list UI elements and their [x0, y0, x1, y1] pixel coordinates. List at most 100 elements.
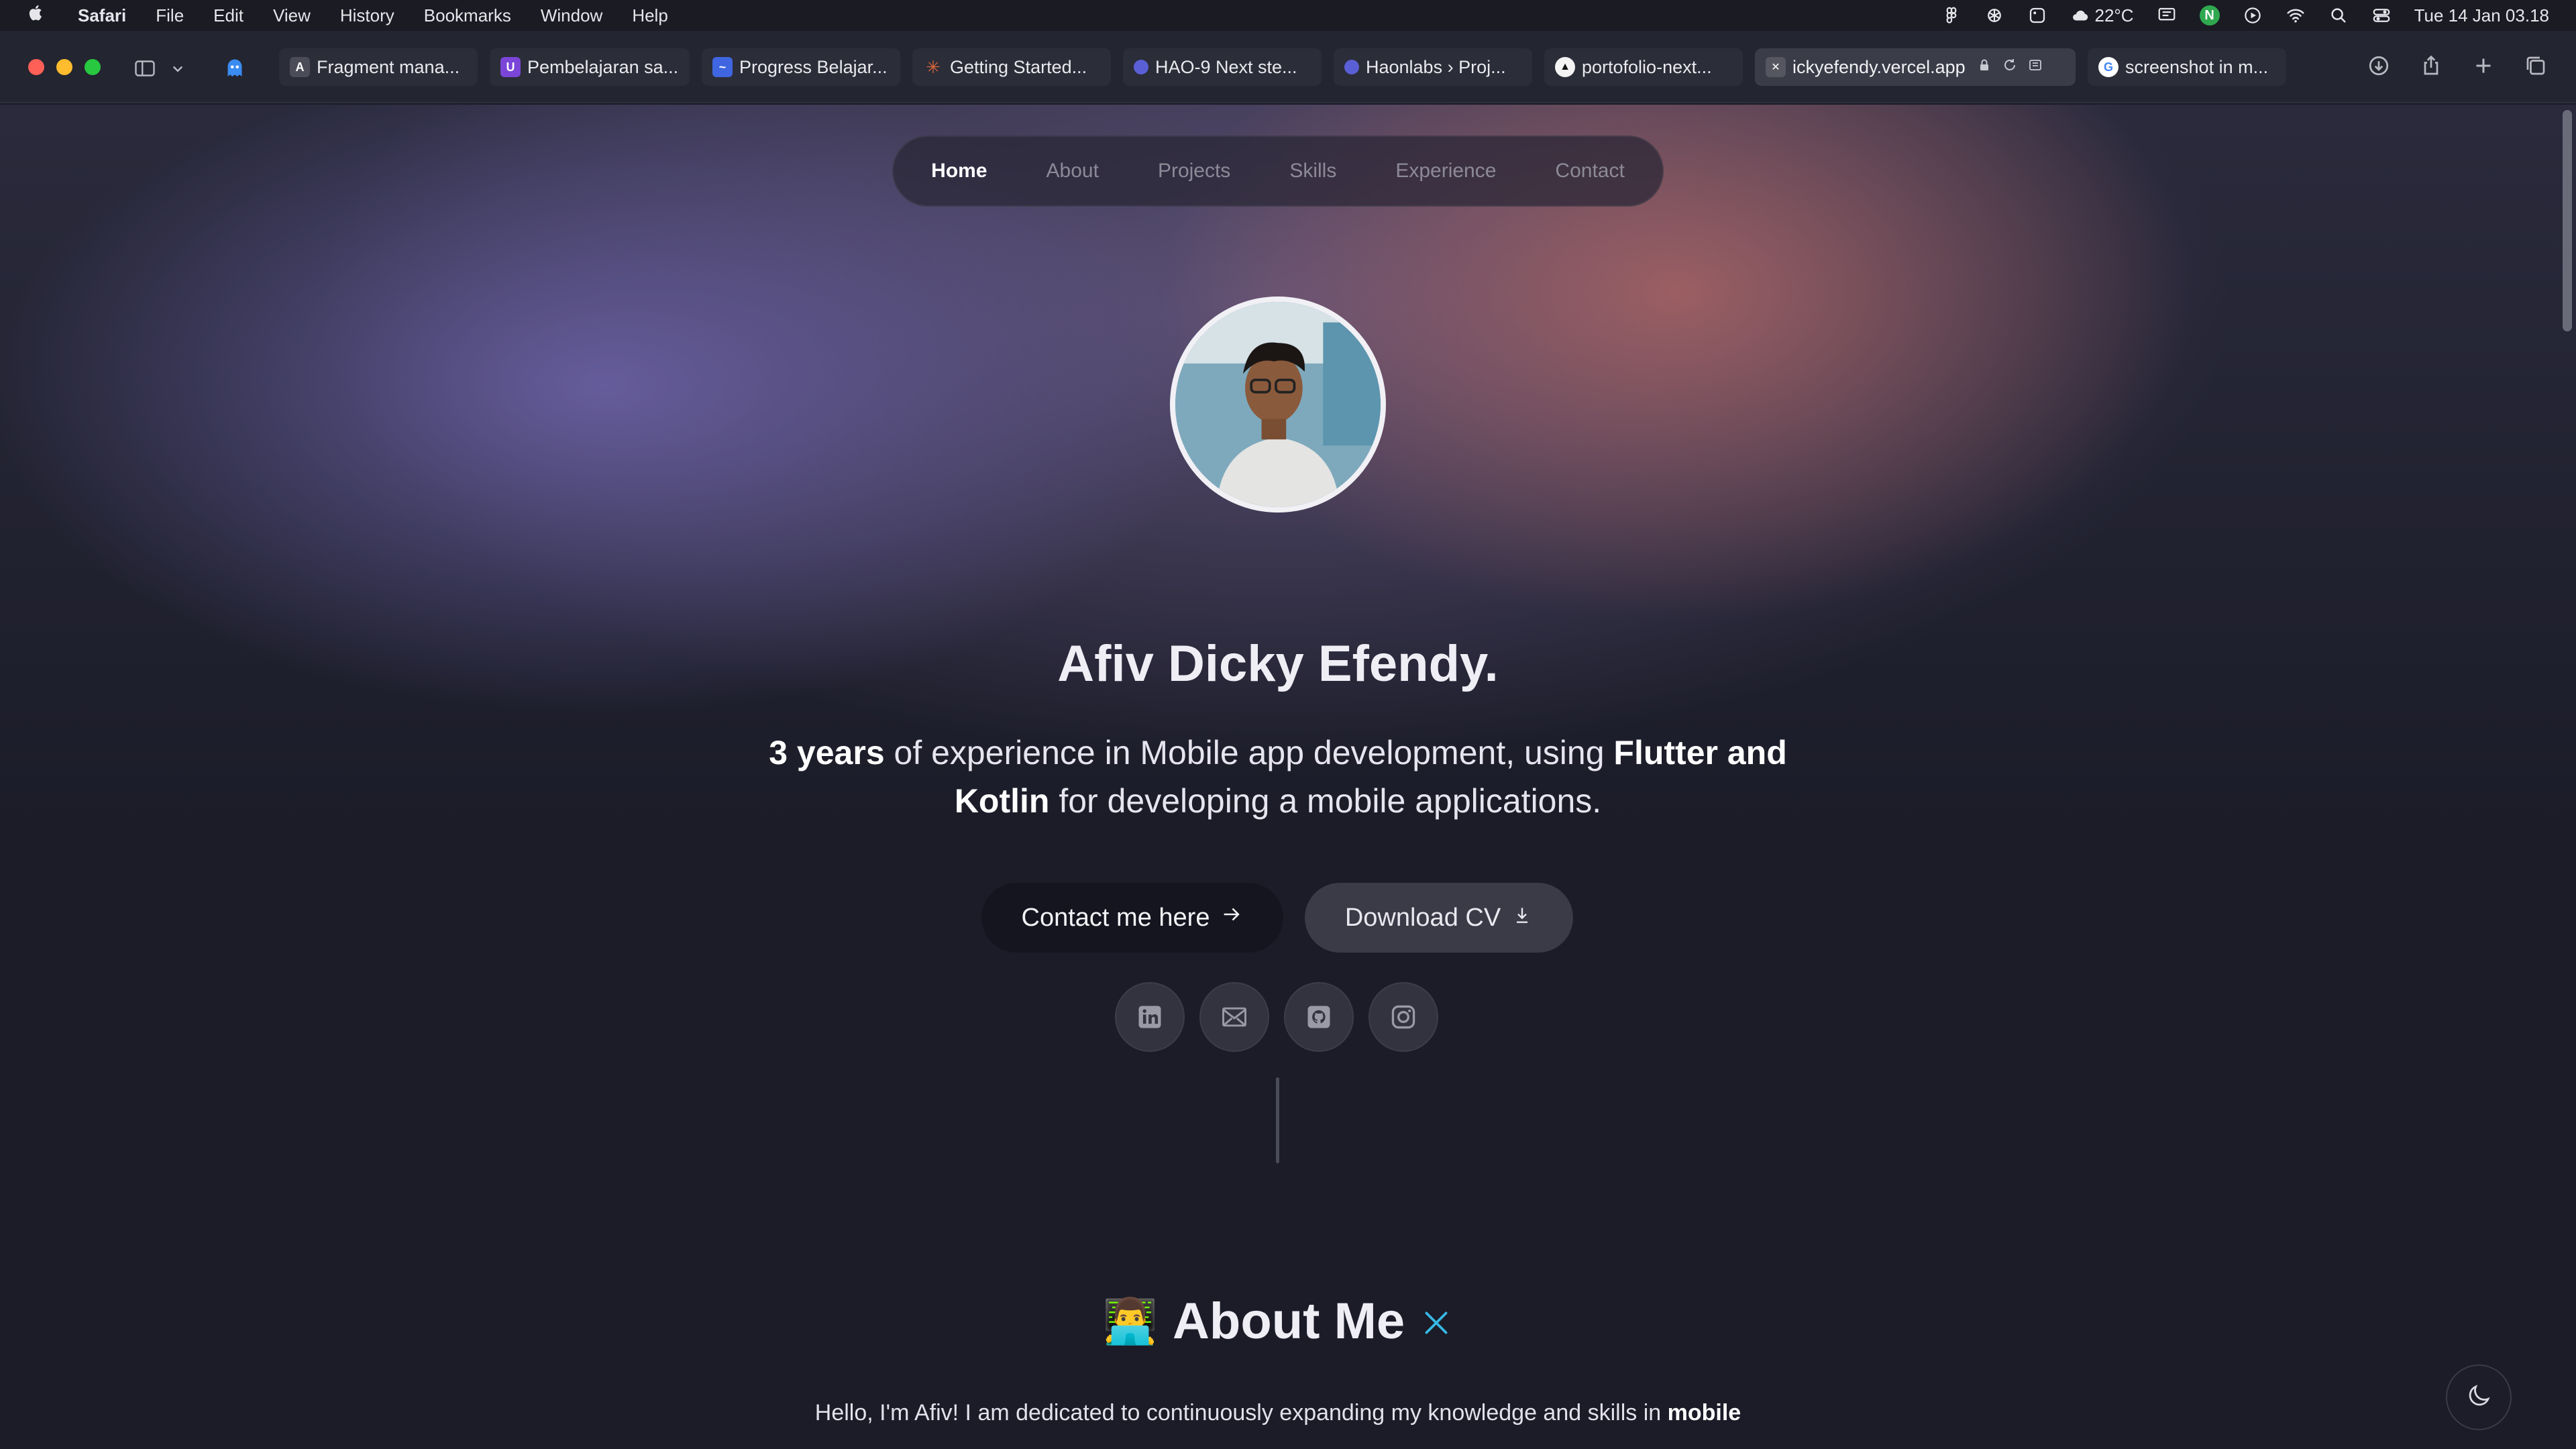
scrollbar[interactable]: [2557, 105, 2576, 1449]
openai-icon[interactable]: [1984, 5, 2004, 25]
n-app-icon[interactable]: N: [2199, 5, 2220, 25]
tab-label: Fragment mana...: [317, 56, 460, 77]
nav-skills[interactable]: Skills: [1289, 160, 1336, 182]
arrow-right-icon: [1220, 903, 1243, 932]
tab-label: Progress Belajar...: [739, 56, 888, 77]
tab-favicon-icon: A: [290, 57, 310, 77]
new-tab-icon[interactable]: [2470, 52, 2497, 79]
scroll-indicator: [1276, 1077, 1279, 1163]
menu-file[interactable]: File: [156, 5, 184, 26]
tab-favicon-icon: ▲: [1555, 57, 1575, 77]
theme-toggle-button[interactable]: [2446, 1364, 2512, 1430]
tab-favicon-icon: [1134, 60, 1148, 74]
tab-active-address[interactable]: ✕ ickyefendy.vercel.app: [1755, 48, 2076, 86]
tab-getting-started[interactable]: ✳ Getting Started...: [912, 48, 1111, 86]
hero-desc-text: of experience in Mobile app development,…: [884, 734, 1614, 771]
nav-experience[interactable]: Experience: [1395, 160, 1496, 182]
minimize-window-button[interactable]: [56, 59, 72, 75]
nav-projects[interactable]: Projects: [1158, 160, 1230, 182]
tab-bar: A Fragment mana... U Pembelajaran sa... …: [279, 48, 2286, 86]
contact-button-label: Contact me here: [1021, 903, 1210, 932]
tab-progress[interactable]: ~ Progress Belajar...: [702, 48, 900, 86]
tab-favicon-icon: U: [500, 57, 521, 77]
cloud-icon: [2070, 5, 2090, 25]
display-icon[interactable]: [2157, 5, 2177, 25]
tab-screenshot[interactable]: G screenshot in m...: [2088, 48, 2286, 86]
nav-home[interactable]: Home: [931, 160, 987, 182]
menu-view[interactable]: View: [273, 5, 311, 26]
site-nav: Home About Projects Skills Experience Co…: [892, 136, 1664, 207]
hero-actions: Contact me here Download CV: [981, 883, 1573, 953]
play-icon[interactable]: [2243, 5, 2263, 25]
hero-desc-bold-years: 3 years: [769, 734, 885, 771]
status-area: 22°C N Tue 14 Jan 03.18: [1941, 0, 2549, 31]
address-url[interactable]: ickyefendy.vercel.app: [1792, 57, 1966, 78]
hero-name: Afiv Dicky Efendy.: [1057, 635, 1499, 692]
nav-about[interactable]: About: [1046, 160, 1099, 182]
technologist-emoji: 👨‍💻: [1102, 1295, 1159, 1346]
apple-menu-icon[interactable]: [27, 3, 58, 28]
mail-icon[interactable]: [1199, 982, 1269, 1052]
scrollbar-thumb[interactable]: [2563, 110, 2572, 331]
browser-toolbar: A Fragment mana... U Pembelajaran sa... …: [0, 31, 2576, 103]
tab-favicon-icon: [1344, 60, 1359, 74]
weather-widget[interactable]: 22°C: [2070, 5, 2134, 26]
clock[interactable]: Tue 14 Jan 03.18: [2414, 5, 2549, 26]
control-center-icon[interactable]: [2371, 5, 2392, 25]
download-icon: [1511, 904, 1533, 932]
webpage: Home About Projects Skills Experience Co…: [0, 105, 2576, 1449]
download-cv-button[interactable]: Download CV: [1305, 883, 1573, 953]
wifi-icon[interactable]: [2286, 5, 2306, 25]
tab-portofolio[interactable]: ▲ portofolio-next...: [1544, 48, 1743, 86]
window-controls: [28, 59, 101, 75]
nav-contact[interactable]: Contact: [1555, 160, 1624, 182]
sidebar-toggle-icon[interactable]: [131, 55, 158, 82]
github-icon[interactable]: [1284, 982, 1354, 1052]
linkedin-icon[interactable]: [1115, 982, 1185, 1052]
menu-bookmarks[interactable]: Bookmarks: [424, 5, 511, 26]
notes-widget-icon[interactable]: [2027, 5, 2047, 25]
ghost-extension-icon[interactable]: [221, 55, 248, 82]
share-icon[interactable]: [2418, 52, 2445, 79]
contact-me-button[interactable]: Contact me here: [981, 883, 1283, 953]
tab-label: Pembelajaran sa...: [527, 56, 679, 77]
menu-history[interactable]: History: [340, 5, 394, 26]
tab-label: Haonlabs › Proj...: [1366, 56, 1506, 77]
tab-pembelajaran[interactable]: U Pembelajaran sa...: [490, 48, 690, 86]
about-text-start: Hello, I'm Afiv! I am dedicated to conti…: [814, 1400, 1668, 1426]
profile-avatar: [1170, 297, 1386, 513]
close-window-button[interactable]: [28, 59, 44, 75]
menu-window[interactable]: Window: [541, 5, 602, 26]
hero-desc-text-end: for developing a mobile applications.: [1049, 782, 1602, 820]
tab-fragment[interactable]: A Fragment mana...: [279, 48, 478, 86]
figma-icon[interactable]: [1941, 5, 1962, 25]
menu-edit[interactable]: Edit: [213, 5, 244, 26]
tab-label: screenshot in m...: [2125, 56, 2269, 77]
downloads-icon[interactable]: [2365, 52, 2392, 79]
spotlight-search-icon[interactable]: [2328, 5, 2349, 25]
menu-app-name[interactable]: Safari: [78, 5, 126, 26]
lock-icon: [1976, 57, 1992, 78]
menu-help[interactable]: Help: [632, 5, 667, 26]
tab-haonlabs[interactable]: Haonlabs › Proj...: [1334, 48, 1532, 86]
reload-icon[interactable]: [2002, 57, 2018, 78]
instagram-icon[interactable]: [1368, 982, 1438, 1052]
toolbar-actions: [2365, 52, 2549, 79]
about-paragraph: Hello, I'm Afiv! I am dedicated to conti…: [738, 1394, 1818, 1432]
about-heading: 👨‍💻 About Me: [0, 1292, 2556, 1350]
tab-hao9[interactable]: HAO-9 Next ste...: [1123, 48, 1322, 86]
social-links: [1115, 982, 1438, 1052]
tab-label: Getting Started...: [950, 56, 1087, 77]
hero-description: 3 years of experience in Mobile app deve…: [765, 729, 1791, 825]
chevron-down-icon[interactable]: [168, 55, 188, 82]
tab-favicon-icon: G: [2098, 57, 2118, 77]
tab-favicon-icon: ~: [712, 57, 733, 77]
tab-favicon-icon: ✕: [1766, 57, 1786, 77]
tab-label: portofolio-next...: [1582, 56, 1712, 77]
menu-bar: Safari File Edit View History Bookmarks …: [0, 0, 2576, 31]
tab-overview-icon[interactable]: [2522, 52, 2549, 79]
about-title-text: About Me: [1173, 1293, 1405, 1350]
zoom-window-button[interactable]: [85, 59, 101, 75]
tab-label: HAO-9 Next ste...: [1155, 56, 1297, 77]
reader-icon[interactable]: [2027, 57, 2043, 78]
